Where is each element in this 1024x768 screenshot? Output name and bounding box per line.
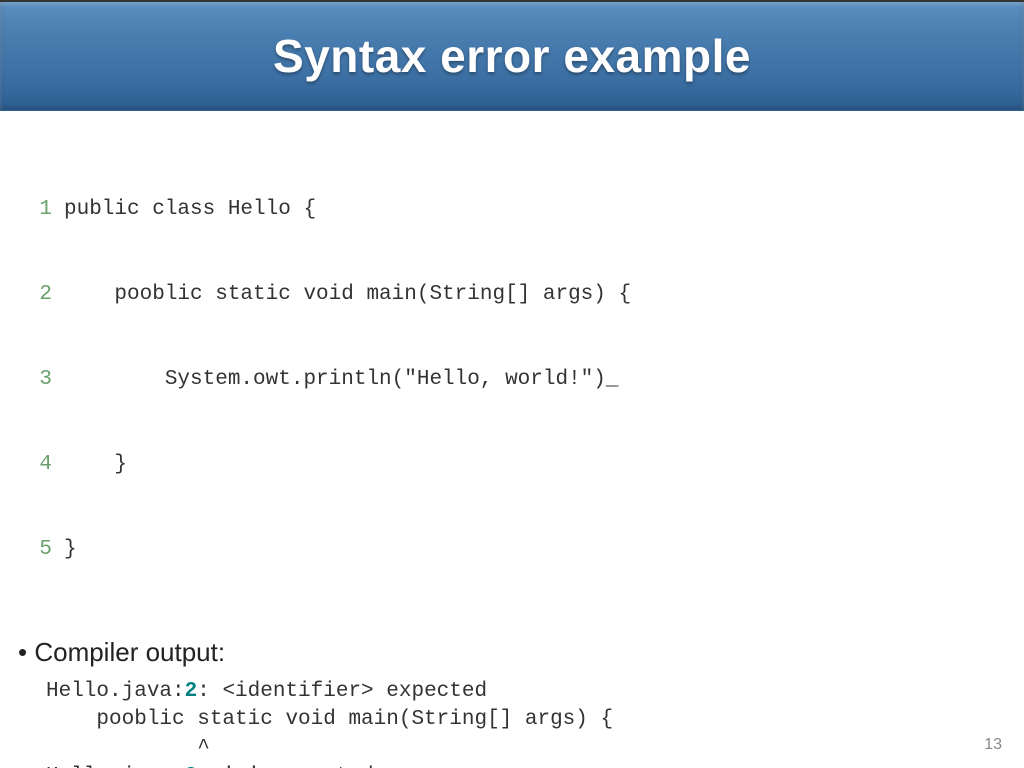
slide-title: Syntax error example xyxy=(273,29,751,83)
code-text: } xyxy=(64,536,1000,564)
code-line: 2 pooblic static void main(String[] args… xyxy=(24,281,1000,309)
title-bar: Syntax error example xyxy=(0,0,1024,111)
code-block: 1 public class Hello { 2 pooblic static v… xyxy=(24,139,1000,621)
slide: Syntax error example 1 public class Hello… xyxy=(0,0,1024,768)
code-text: System.owt.println("Hello, world!")_ xyxy=(64,366,1000,394)
output-text: pooblic static void main(String[] args) … xyxy=(46,708,613,731)
compiler-output-block: Hello.java:2: <identifier> expected poob… xyxy=(46,678,1000,768)
line-number: 5 xyxy=(24,536,52,564)
code-line: 3 System.owt.println("Hello, world!")_ xyxy=(24,366,1000,394)
slide-body: 1 public class Hello { 2 pooblic static v… xyxy=(0,111,1024,768)
output-text: : <identifier> expected xyxy=(197,680,487,703)
line-number: 2 xyxy=(24,281,52,309)
bullet-compiler-output: Compiler output: xyxy=(18,637,1000,668)
code-line: 1 public class Hello { xyxy=(24,196,1000,224)
line-number: 3 xyxy=(24,366,52,394)
code-line: 4 } xyxy=(24,451,1000,479)
output-number: 2 xyxy=(185,680,198,703)
output-text: Hello.java: xyxy=(46,680,185,703)
page-number: 13 xyxy=(984,736,1002,754)
code-text: public class Hello { xyxy=(64,196,1000,224)
code-line: 5} xyxy=(24,536,1000,564)
output-text: ^ xyxy=(46,737,210,760)
line-number: 1 xyxy=(24,196,52,224)
code-text: } xyxy=(64,451,1000,479)
code-text: pooblic static void main(String[] args) … xyxy=(64,281,1000,309)
line-number: 4 xyxy=(24,451,52,479)
